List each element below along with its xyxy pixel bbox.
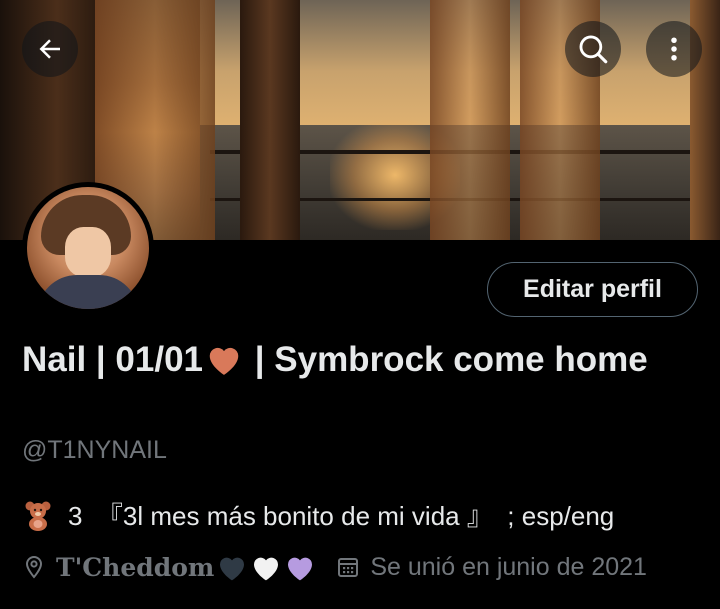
avatar-coat — [37, 275, 139, 309]
edit-profile-button[interactable]: Editar perfil — [487, 262, 698, 317]
username-handle: @T1NYNAIL — [22, 436, 167, 464]
search-button[interactable] — [565, 21, 621, 77]
bio-text: 3 『3l mes más bonito de mi vida 』 ; esp/… — [68, 501, 615, 531]
avatar-face — [65, 227, 111, 277]
orange-heart-icon — [209, 347, 239, 375]
purple-heart-icon — [288, 557, 313, 581]
white-heart-icon — [254, 557, 279, 581]
location-hearts — [216, 552, 318, 582]
display-name-part1: Nail | 01/01 — [22, 340, 204, 379]
teddy-bear-icon — [25, 501, 51, 531]
search-icon — [579, 35, 608, 64]
location-text: T'Cheddom — [56, 552, 215, 582]
arrow-left-icon — [39, 39, 60, 59]
banner-curtain — [430, 0, 510, 240]
join-date: Se unió en junio de 2021 — [336, 553, 647, 582]
profile-meta: T'Cheddom Se unió en junio de 2021 — [22, 552, 647, 582]
join-date-text: Se unió en junio de 2021 — [370, 552, 647, 581]
location-pin-icon — [25, 555, 43, 579]
back-button[interactable] — [22, 21, 78, 77]
display-name: Nail | 01/01 | Symbrock come home — [22, 334, 702, 386]
avatar-image — [27, 187, 149, 309]
black-heart-icon — [220, 557, 245, 581]
more-options-button[interactable] — [646, 21, 702, 77]
more-vertical-icon — [671, 37, 677, 61]
display-name-part2: | Symbrock come home — [245, 340, 648, 379]
bio: 3 『3l mes más bonito de mi vida 』 ; esp/… — [22, 496, 614, 533]
calendar-icon — [338, 558, 359, 577]
banner-curtain — [240, 0, 300, 240]
avatar[interactable] — [22, 182, 154, 314]
